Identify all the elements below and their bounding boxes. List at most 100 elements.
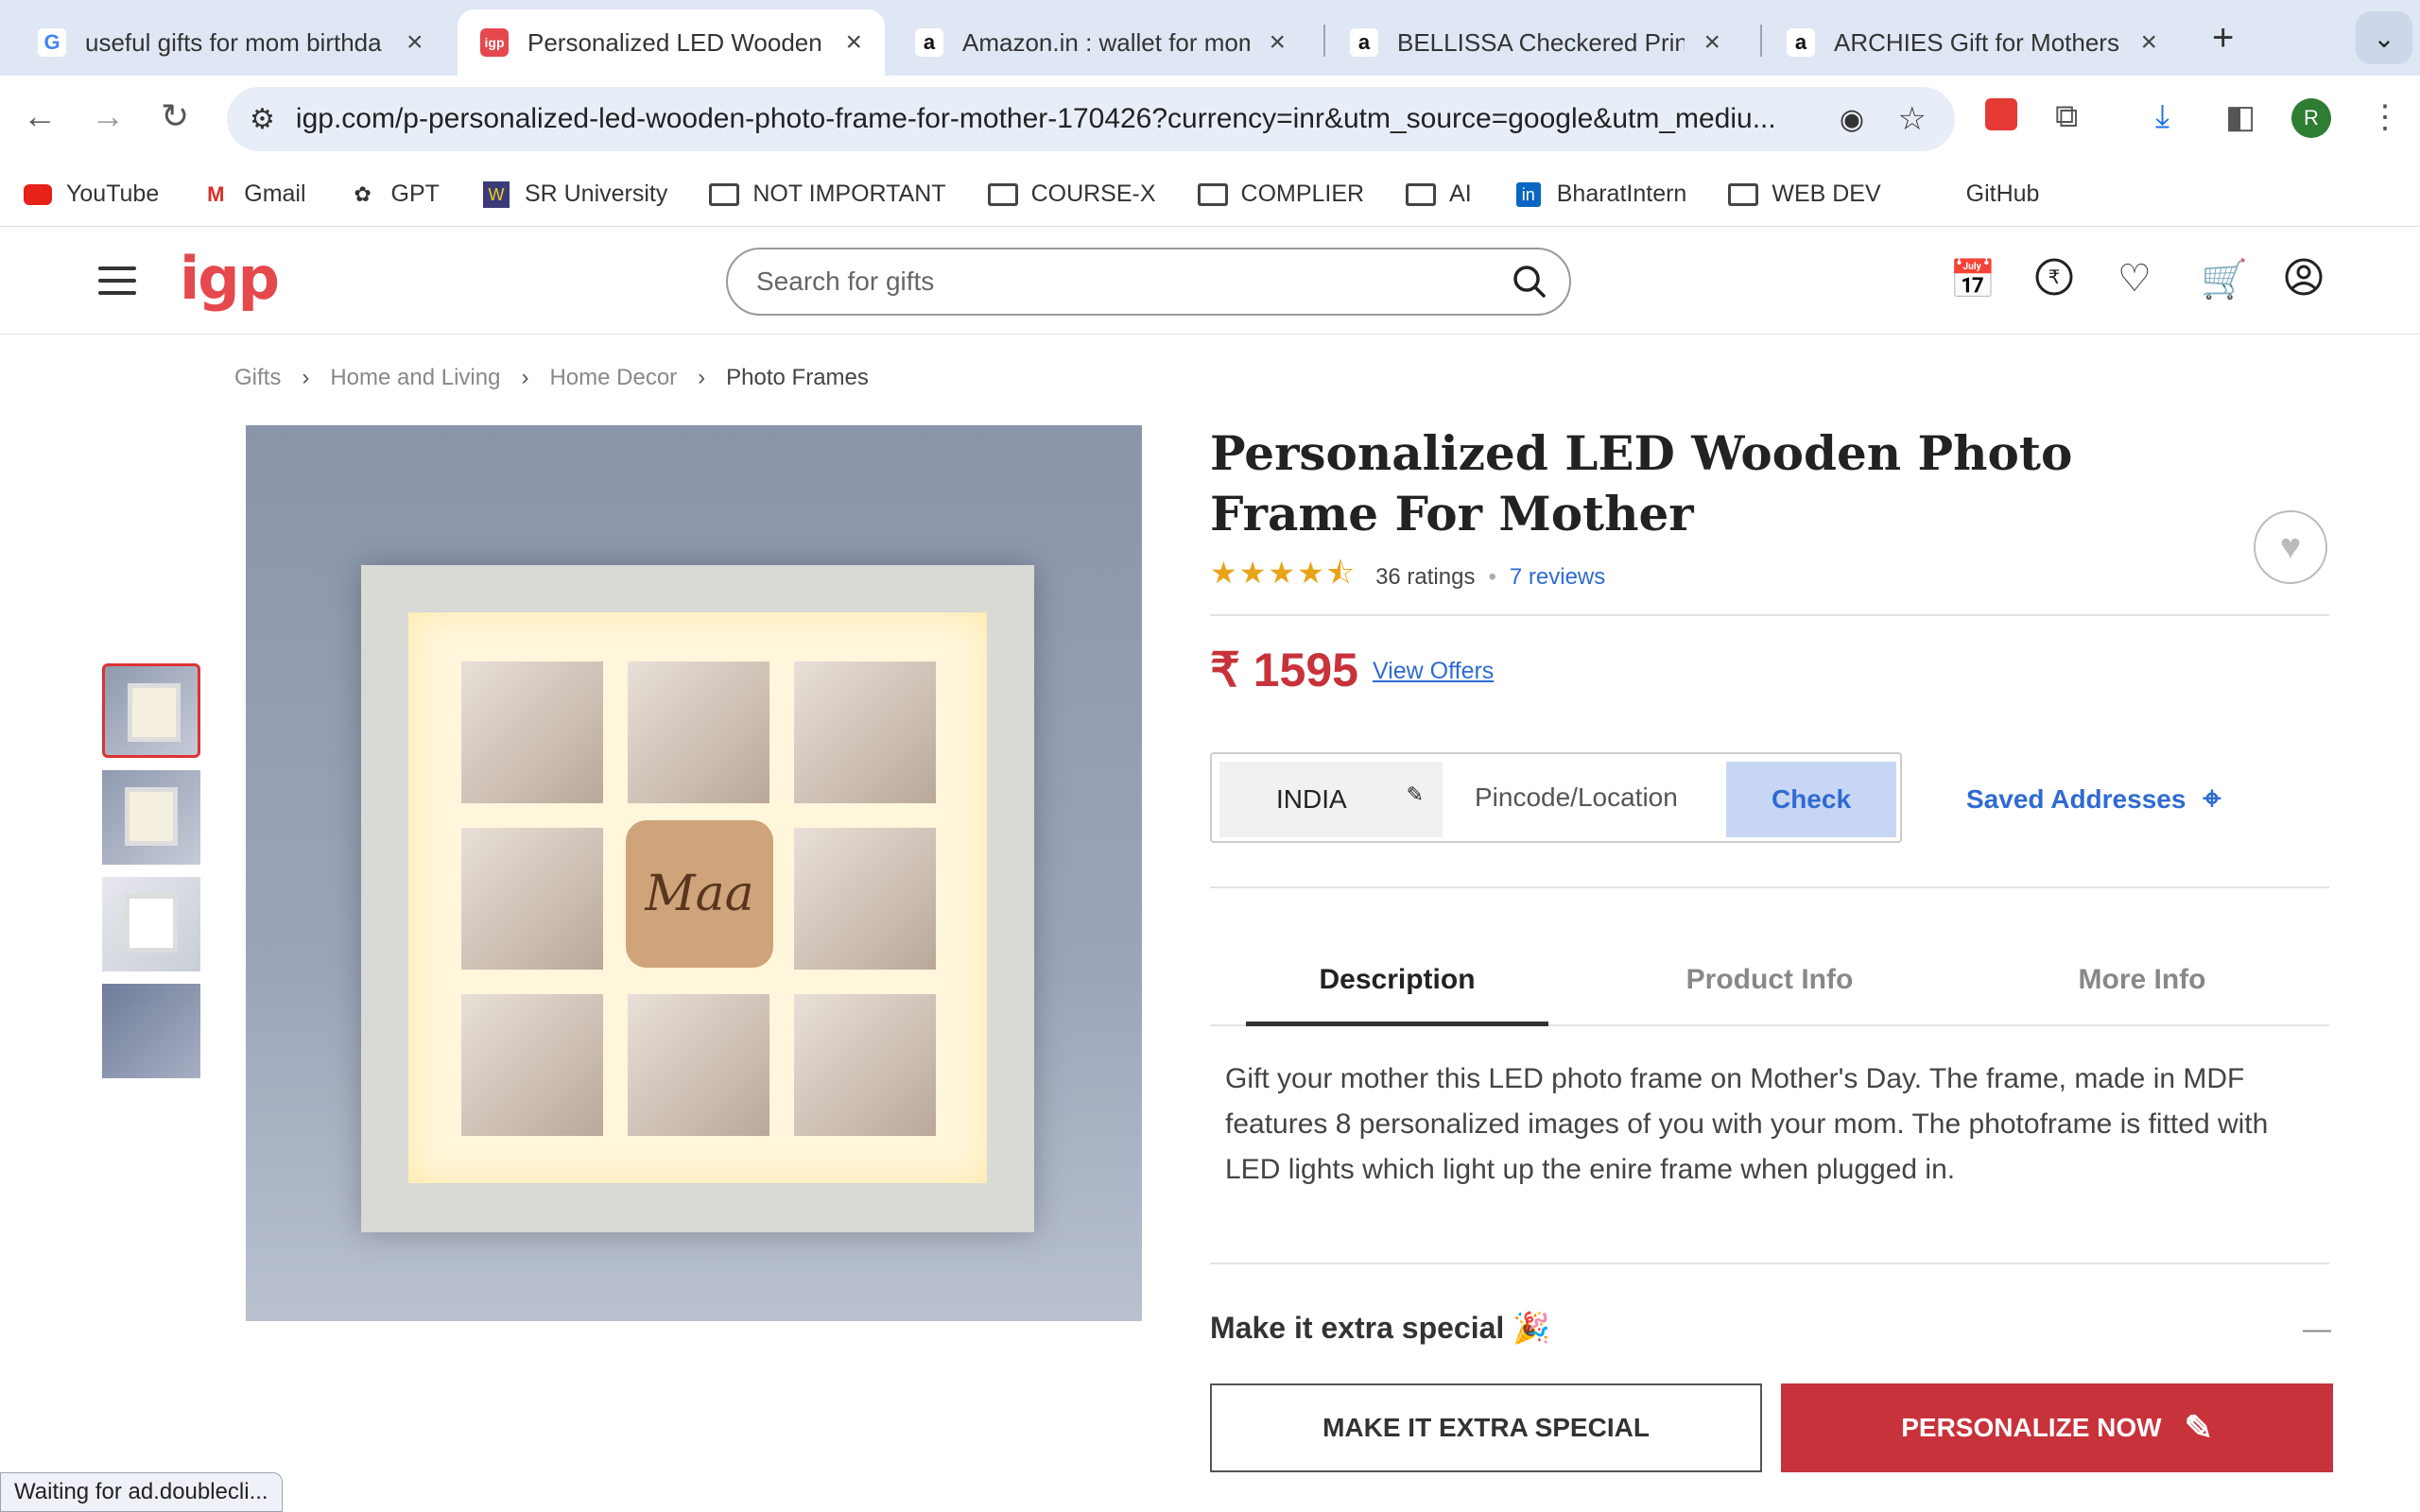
view-offers-link[interactable]: View Offers <box>1373 658 1494 685</box>
thumbnail-2[interactable] <box>102 770 200 865</box>
browser-tab-bellissa[interactable]: a BELLISSA Checkered Printe × <box>1327 9 1743 76</box>
bookmark-course-x[interactable]: COURSE-X <box>987 180 1156 208</box>
close-icon[interactable]: × <box>1269 26 1286 59</box>
bookmark-sr-university[interactable]: W SR University <box>481 180 667 208</box>
bookmark-ai[interactable]: AI <box>1406 180 1472 208</box>
search-placeholder: Search for gifts <box>756 266 935 296</box>
personalize-now-button[interactable]: PERSONALIZE NOW ✎ <box>1781 1383 2333 1472</box>
bookmark-gmail[interactable]: M Gmail <box>200 180 305 208</box>
check-button[interactable]: Check <box>1726 762 1896 837</box>
extra-special-title: Make it extra special <box>1210 1311 1505 1345</box>
product-main-image[interactable]: Maa <box>246 425 1142 1321</box>
tab-separator <box>1760 25 1762 57</box>
bookmark-bharatintern[interactable]: in BharatIntern <box>1513 180 1686 208</box>
folder-icon <box>709 181 740 208</box>
arrow-right-icon: → <box>91 96 125 135</box>
url-text[interactable]: igp.com/p-personalized-led-wooden-photo-… <box>296 103 1808 135</box>
saved-addresses-link[interactable]: Saved Addresses ⌖ <box>1966 781 2221 817</box>
bookmark-github[interactable]: GitHub <box>1923 180 2040 208</box>
igp-icon: igp <box>480 28 509 57</box>
close-icon[interactable]: × <box>2140 26 2157 59</box>
browser-tab-amazon-wallet[interactable]: a Amazon.in : wallet for mom × <box>892 9 1308 76</box>
bookmark-web-dev[interactable]: WEB DEV <box>1728 180 1881 208</box>
chevron-right-icon: › <box>302 365 310 390</box>
divider <box>1210 1263 2329 1264</box>
make-it-extra-special-button[interactable]: MAKE IT EXTRA SPECIAL <box>1210 1383 1762 1472</box>
bookmarks-bar: YouTube M Gmail ✿ GPT W SR University NOT I… <box>0 163 2420 227</box>
browser-tab-archies[interactable]: a ARCHIES Gift for Mothers | × <box>1764 9 2180 76</box>
hamburger-menu-icon[interactable] <box>98 266 136 303</box>
tab-title: Amazon.in : wallet for mom <box>962 27 1251 57</box>
profile-avatar[interactable]: R <box>2291 98 2331 138</box>
calendar-icon[interactable]: 📅 <box>1949 257 1996 301</box>
pdf-extension-icon[interactable] <box>1985 98 2017 139</box>
side-panel-icon[interactable]: ◧ <box>2225 98 2256 136</box>
pincode-input[interactable]: Pincode/Location <box>1475 782 1678 813</box>
kebab-menu-icon[interactable]: ⋮ <box>2369 98 2401 136</box>
search-input[interactable]: Search for gifts <box>726 248 1571 316</box>
heart-icon[interactable]: ♡ <box>2118 257 2152 301</box>
bookmark-label: GitHub <box>1965 180 2040 207</box>
reviews-link[interactable]: 7 reviews <box>1510 564 1605 591</box>
tab-product-info[interactable]: Product Info <box>1618 964 1921 1026</box>
bookmark-star-icon[interactable]: ☆ <box>1898 100 1927 138</box>
site-info-icon[interactable]: ⚙ <box>250 103 275 136</box>
currency-rupee-icon[interactable]: ₹ <box>2034 257 2074 306</box>
product-description: Gift your mother this LED photo frame on… <box>1225 1063 2269 1185</box>
edit-pencil-icon[interactable]: ✎ <box>1407 782 1424 807</box>
browser-tab-google[interactable]: G useful gifts for mom birthda × <box>15 9 450 76</box>
breadcrumb-gifts[interactable]: Gifts <box>234 365 281 391</box>
folder-icon <box>1406 181 1437 208</box>
close-icon[interactable]: × <box>845 26 862 59</box>
extensions-puzzle-icon[interactable]: ⧉ <box>2055 98 2078 135</box>
new-tab-button[interactable]: + <box>2212 17 2234 60</box>
star-rating: ★★★★⯪ <box>1210 556 1357 590</box>
bookmark-youtube[interactable]: YouTube <box>23 180 159 208</box>
eye-off-icon[interactable]: ◉ <box>1840 103 1864 136</box>
bookmark-complier[interactable]: COMPLIER <box>1197 180 1364 208</box>
browser-tab-igp[interactable]: igp Personalized LED Wooden P × <box>458 9 885 76</box>
product-info-tabs: Description Product Info More Info <box>1210 964 2329 1026</box>
tab-search-button[interactable]: ⌄ <box>2356 11 2412 64</box>
back-button[interactable]: ← <box>23 96 57 136</box>
bookmark-gpt[interactable]: ✿ GPT <box>348 180 440 208</box>
chevron-right-icon: › <box>521 365 529 390</box>
bookmark-label: GPT <box>390 180 440 207</box>
bookmark-not-important[interactable]: NOT IMPORTANT <box>709 180 946 208</box>
account-icon[interactable] <box>2284 257 2324 306</box>
close-icon[interactable]: × <box>1703 26 1720 59</box>
tab-title: BELLISSA Checkered Printe <box>1397 27 1685 57</box>
cart-icon[interactable]: 🛒 <box>2201 257 2248 301</box>
igp-logo[interactable]: igp <box>180 244 280 313</box>
youtube-icon <box>23 181 53 208</box>
tab-title: Personalized LED Wooden P <box>527 27 827 57</box>
status-bar: Waiting for ad.doublecli... <box>0 1472 283 1512</box>
search-icon[interactable] <box>1511 263 1548 307</box>
wishlist-heart-button[interactable]: ♥ <box>2254 510 2327 584</box>
address-bar[interactable]: ⚙ igp.com/p-personalized-led-wooden-phot… <box>227 87 1955 151</box>
forward-button[interactable]: → <box>91 96 125 136</box>
bookmark-label: WEB DEV <box>1772 180 1881 207</box>
breadcrumb: Gifts › Home and Living › Home Decor › P… <box>234 365 869 391</box>
breadcrumb-home-decor[interactable]: Home Decor <box>549 365 677 391</box>
extra-special-section-heading[interactable]: Make it extra special 🎉 <box>1210 1310 1550 1346</box>
folder-icon <box>987 181 1018 208</box>
bookmark-label: COURSE-X <box>1030 180 1156 207</box>
download-icon[interactable]: ⤓ <box>2155 98 2169 135</box>
led-frame-illustration: Maa <box>361 565 1034 1232</box>
product-title: Personalized LED Wooden Photo Frame For … <box>1210 425 2073 541</box>
breadcrumb-home-and-living[interactable]: Home and Living <box>330 365 500 391</box>
tab-description[interactable]: Description <box>1246 964 1548 1026</box>
gpt-icon: ✿ <box>354 181 372 206</box>
folder-icon <box>1728 181 1759 208</box>
arrow-left-icon: ← <box>23 96 57 135</box>
reload-button[interactable]: ↻ <box>161 96 189 136</box>
google-icon: G <box>38 28 66 57</box>
tab-more-info[interactable]: More Info <box>1991 964 2293 1026</box>
collapse-toggle[interactable]: — <box>2303 1314 2331 1346</box>
thumbnail-1[interactable] <box>102 663 200 758</box>
thumbnail-3[interactable] <box>102 877 200 971</box>
close-icon[interactable]: × <box>406 26 424 59</box>
thumbnail-4[interactable] <box>102 984 200 1078</box>
country-selector[interactable]: INDIA ✎ <box>1219 762 1443 837</box>
